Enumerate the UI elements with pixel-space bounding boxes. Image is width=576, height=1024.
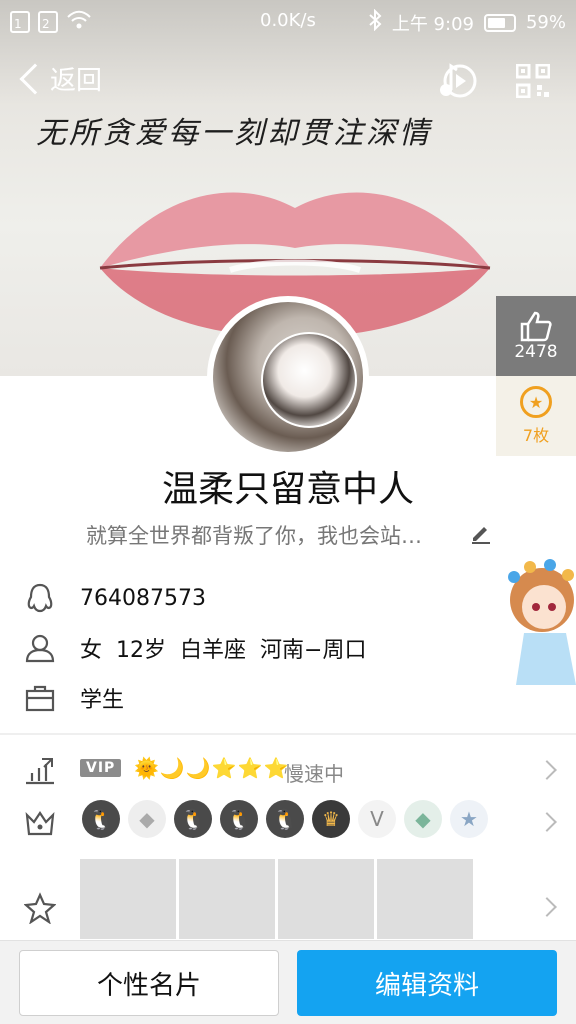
thumbs-up-icon bbox=[520, 311, 552, 342]
speed-status: 慢速中 bbox=[284, 762, 344, 786]
like-button[interactable]: 2478 bbox=[496, 296, 576, 376]
occupation-row: 学生 bbox=[24, 682, 124, 714]
edit-profile-button[interactable]: 编辑资料 bbox=[297, 950, 557, 1016]
cover-quote: 无所贪爱每一刻却贯注深情 bbox=[36, 116, 432, 151]
qq-number: 764087573 bbox=[80, 585, 206, 611]
age: 12岁 bbox=[116, 638, 167, 663]
photo-thumb[interactable] bbox=[179, 859, 275, 939]
level-icons: 🌞🌙🌙⭐⭐⭐ bbox=[134, 756, 290, 780]
like-count: 2478 bbox=[514, 342, 558, 362]
star-blue-badge-icon: ★ bbox=[450, 800, 488, 838]
person-icon bbox=[25, 634, 55, 663]
cartoon-girl-icon bbox=[508, 559, 576, 685]
cloud-v-badge-icon: V bbox=[358, 800, 396, 838]
crown-icon bbox=[25, 811, 55, 836]
music-button[interactable] bbox=[438, 62, 478, 104]
photo-thumb[interactable] bbox=[80, 859, 176, 939]
badges-button[interactable]: ★ 7枚 bbox=[496, 376, 576, 456]
penguin-badge-icon: 🐧 bbox=[82, 800, 120, 838]
profile-signature[interactable]: 就算全世界都背叛了你，我也会站… bbox=[86, 520, 422, 550]
photo-grid bbox=[80, 859, 473, 939]
battery-percent: 59% bbox=[525, 12, 566, 33]
back-button[interactable]: 返回 bbox=[16, 60, 102, 97]
pencil-icon bbox=[472, 527, 490, 544]
sim2-icon: 2 bbox=[38, 11, 58, 33]
badge-icons: 🐧 ◆ 🐧 🐧 🐧 ♛ V ◆ ★ bbox=[82, 800, 488, 838]
briefcase-icon bbox=[25, 685, 55, 712]
cartoon-pendant[interactable] bbox=[502, 555, 576, 689]
profile-name: 温柔只留意中人 bbox=[161, 469, 414, 510]
penguin-icon bbox=[27, 583, 53, 613]
location: 河南−周口 bbox=[260, 638, 367, 663]
diamond-badge-icon: ◆ bbox=[128, 800, 166, 838]
occupation: 学生 bbox=[80, 688, 125, 713]
battery-icon bbox=[483, 13, 516, 32]
status-bar: 1 2 0.0K/s 上午 9:09 59% bbox=[0, 0, 576, 44]
vip-badge: VIP bbox=[80, 759, 122, 777]
section-divider bbox=[0, 733, 576, 735]
bluetooth-icon bbox=[368, 8, 382, 36]
penguin-crown-badge-icon: ♛ bbox=[312, 800, 350, 838]
avatar[interactable] bbox=[207, 296, 369, 458]
photo-thumb[interactable] bbox=[377, 859, 473, 939]
diamond-green-badge-icon: ◆ bbox=[404, 800, 442, 838]
badges-count: 7枚 bbox=[522, 426, 550, 445]
photo-thumb[interactable] bbox=[278, 859, 374, 939]
level-chart-icon bbox=[26, 758, 54, 785]
music-icon bbox=[440, 63, 477, 98]
edit-signature-button[interactable] bbox=[470, 522, 492, 548]
wifi-icon bbox=[66, 10, 92, 35]
back-label: 返回 bbox=[50, 66, 103, 96]
zodiac: 白羊座 bbox=[180, 638, 247, 663]
chevron-right-icon bbox=[537, 812, 557, 832]
qr-code-button[interactable] bbox=[515, 63, 551, 102]
basic-info-row: 女 12岁 白羊座 河南−周口 bbox=[24, 632, 366, 664]
penguin-lightning-badge-icon: 🐧 bbox=[220, 800, 258, 838]
chevron-left-icon bbox=[19, 62, 51, 95]
penguin-star-badge-icon: 🐧 bbox=[174, 800, 212, 838]
chevron-right-icon bbox=[537, 760, 557, 780]
chevron-right-icon bbox=[537, 897, 557, 917]
qq-row: 764087573 bbox=[24, 582, 206, 614]
penguin-bow-badge-icon: 🐧 bbox=[266, 800, 304, 838]
avatar-image bbox=[213, 302, 363, 452]
sim1-icon: 1 bbox=[10, 11, 30, 33]
star-badge-icon: ★ bbox=[520, 386, 552, 418]
clock: 上午 9:09 bbox=[391, 13, 474, 35]
gender: 女 bbox=[80, 638, 103, 663]
personal-card-button[interactable]: 个性名片 bbox=[19, 950, 279, 1016]
qr-code-icon bbox=[515, 63, 551, 99]
star-outline-icon bbox=[24, 892, 56, 924]
net-speed: 0.0K/s bbox=[260, 10, 316, 31]
